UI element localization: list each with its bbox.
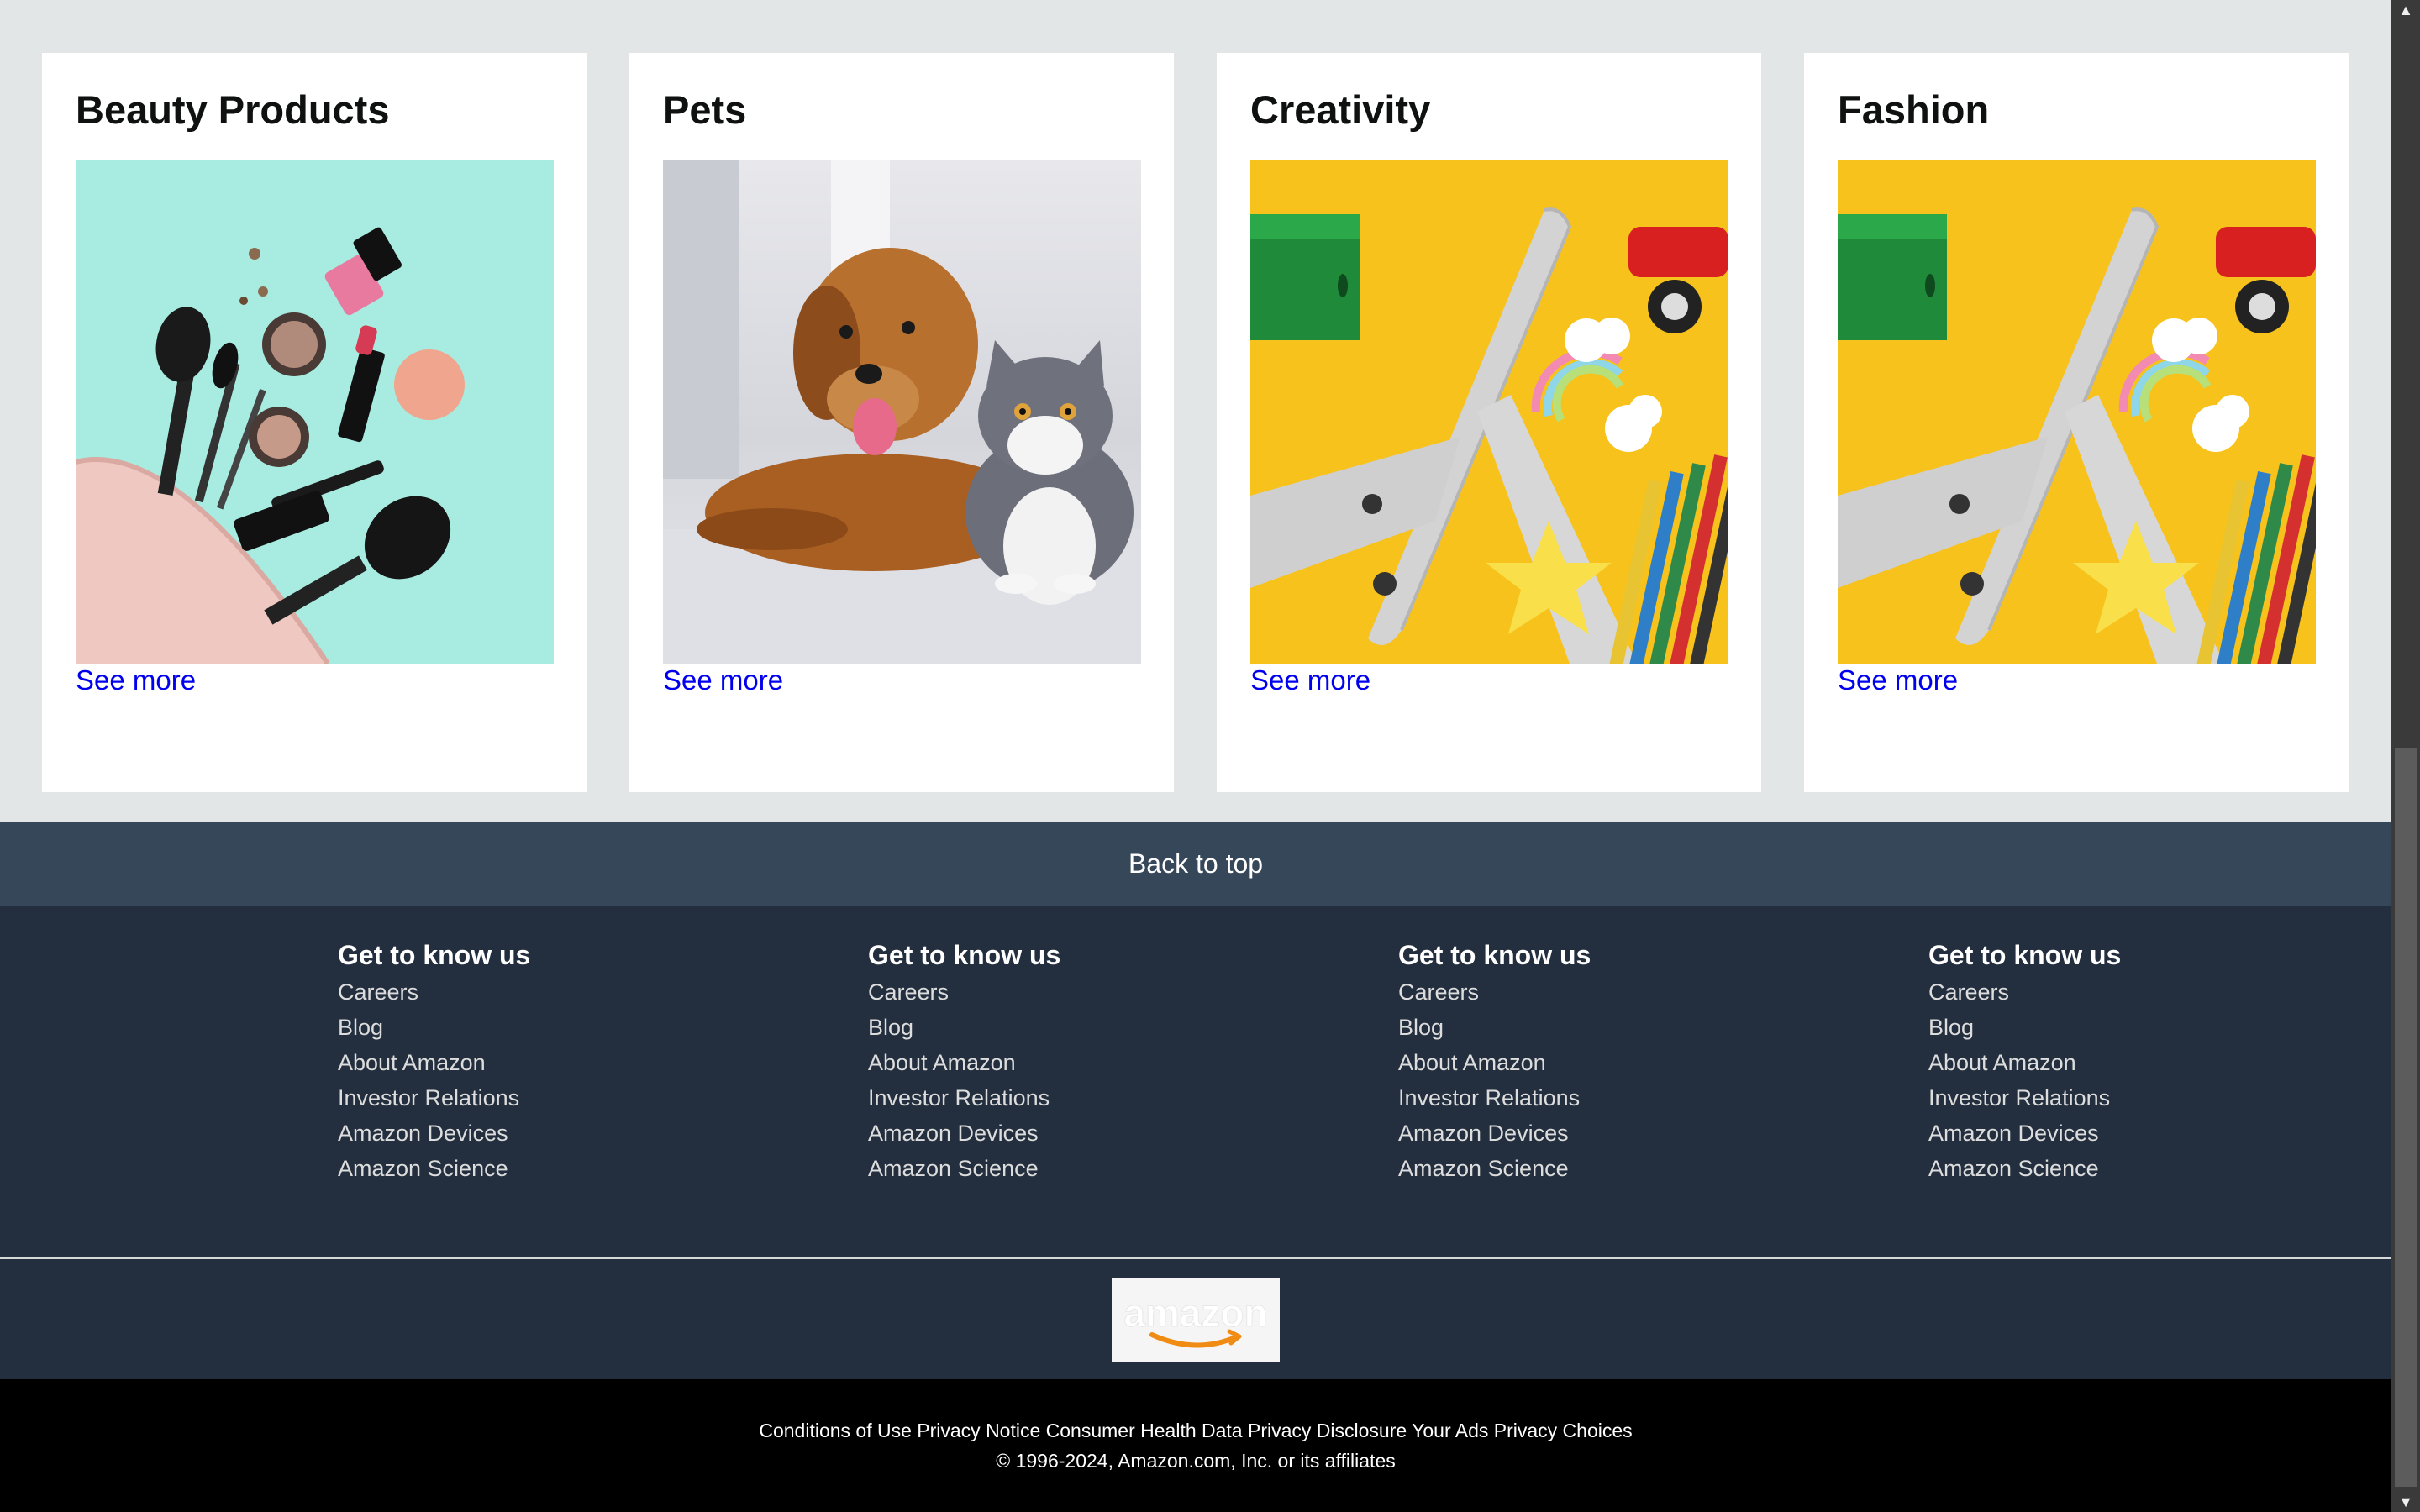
- footer-link-blog[interactable]: Blog: [338, 1010, 530, 1045]
- footer-link-amazon-devices[interactable]: Amazon Devices: [1398, 1116, 1591, 1151]
- scroll-up-arrow-icon[interactable]: ▲: [2391, 0, 2420, 20]
- svg-text:amazon: amazon: [1123, 1291, 1267, 1335]
- scroll-down-arrow-icon[interactable]: ▼: [2391, 1492, 2420, 1512]
- amazon-logo[interactable]: amazon: [1112, 1278, 1280, 1362]
- category-card-fashion: Fashion See more: [1804, 53, 2349, 792]
- footer-link-about-amazon[interactable]: About Amazon: [1928, 1045, 2121, 1080]
- footer-link-amazon-devices[interactable]: Amazon Devices: [338, 1116, 530, 1151]
- footer-link-about-amazon[interactable]: About Amazon: [338, 1045, 530, 1080]
- category-card-pets: Pets See more: [629, 53, 1174, 792]
- see-more-link[interactable]: See more: [663, 663, 783, 699]
- see-more-link[interactable]: See more: [1250, 663, 1370, 699]
- back-to-top-button[interactable]: Back to top: [0, 822, 2391, 906]
- footer-link-blog[interactable]: Blog: [1398, 1010, 1591, 1045]
- footer-link-amazon-devices[interactable]: Amazon Devices: [1928, 1116, 2121, 1151]
- card-title: Fashion: [1838, 87, 1990, 132]
- footer-nav: Get to know us Careers Blog About Amazon…: [0, 906, 2391, 1258]
- legal-links: Conditions of Use Privacy Notice Consume…: [0, 1418, 2391, 1443]
- footer-link-about-amazon[interactable]: About Amazon: [868, 1045, 1060, 1080]
- category-card-creativity: Creativity See more: [1217, 53, 1761, 792]
- dog-and-cat-image[interactable]: [663, 160, 1141, 664]
- see-more-link[interactable]: See more: [76, 663, 196, 699]
- ads-privacy-choices-link[interactable]: Your Ads Privacy Choices: [1412, 1420, 1633, 1441]
- card-title: Creativity: [1250, 87, 1431, 132]
- footer-link-careers[interactable]: Careers: [868, 974, 1060, 1010]
- conditions-of-use-link[interactable]: Conditions of Use: [759, 1420, 912, 1441]
- footer-heading: Get to know us: [1398, 940, 1591, 970]
- footer-logo-band: amazon: [0, 1259, 2391, 1379]
- footer-link-investor-relations[interactable]: Investor Relations: [338, 1080, 530, 1116]
- footer-heading: Get to know us: [338, 940, 531, 970]
- vertical-scrollbar[interactable]: ▲ ▼: [2391, 0, 2420, 1512]
- toy-airplane-image[interactable]: [1250, 160, 1728, 664]
- footer-column: Get to know us Careers Blog About Amazon…: [868, 937, 1060, 1186]
- footer-link-investor-relations[interactable]: Investor Relations: [1398, 1080, 1591, 1116]
- scrollbar-thumb[interactable]: [2395, 748, 2417, 1487]
- privacy-notice-link[interactable]: Privacy Notice: [917, 1420, 1040, 1441]
- footer-link-blog[interactable]: Blog: [1928, 1010, 2121, 1045]
- footer-link-careers[interactable]: Careers: [1928, 974, 2121, 1010]
- footer-link-blog[interactable]: Blog: [868, 1010, 1060, 1045]
- footer-link-careers[interactable]: Careers: [338, 974, 530, 1010]
- footer-link-amazon-science[interactable]: Amazon Science: [338, 1151, 530, 1186]
- see-more-link[interactable]: See more: [1838, 663, 1958, 699]
- footer-heading: Get to know us: [868, 940, 1061, 970]
- footer-link-amazon-science[interactable]: Amazon Science: [868, 1151, 1060, 1186]
- footer-column: Get to know us Careers Blog About Amazon…: [1928, 937, 2121, 1186]
- category-card-beauty-products: Beauty Products See more: [42, 53, 587, 792]
- footer-column: Get to know us Careers Blog About Amazon…: [1398, 937, 1591, 1186]
- consumer-health-data-link[interactable]: Consumer Health Data Privacy Disclosure: [1046, 1420, 1407, 1441]
- card-title: Pets: [663, 87, 747, 132]
- footer-link-careers[interactable]: Careers: [1398, 974, 1591, 1010]
- footer-link-amazon-devices[interactable]: Amazon Devices: [868, 1116, 1060, 1151]
- footer-link-investor-relations[interactable]: Investor Relations: [1928, 1080, 2121, 1116]
- legal-bar: Conditions of Use Privacy Notice Consume…: [0, 1379, 2391, 1512]
- footer-heading: Get to know us: [1928, 940, 2122, 970]
- toy-airplane-image[interactable]: [1838, 160, 2316, 664]
- copyright-text: © 1996-2024, Amazon.com, Inc. or its aff…: [996, 1450, 1396, 1472]
- footer-link-investor-relations[interactable]: Investor Relations: [868, 1080, 1060, 1116]
- footer-link-about-amazon[interactable]: About Amazon: [1398, 1045, 1591, 1080]
- card-title: Beauty Products: [76, 87, 390, 132]
- beauty-products-image[interactable]: [76, 160, 554, 664]
- footer-link-amazon-science[interactable]: Amazon Science: [1928, 1151, 2121, 1186]
- page: Beauty Products See more Pets See more C…: [0, 0, 2391, 1512]
- footer-link-amazon-science[interactable]: Amazon Science: [1398, 1151, 1591, 1186]
- footer-column: Get to know us Careers Blog About Amazon…: [338, 937, 530, 1186]
